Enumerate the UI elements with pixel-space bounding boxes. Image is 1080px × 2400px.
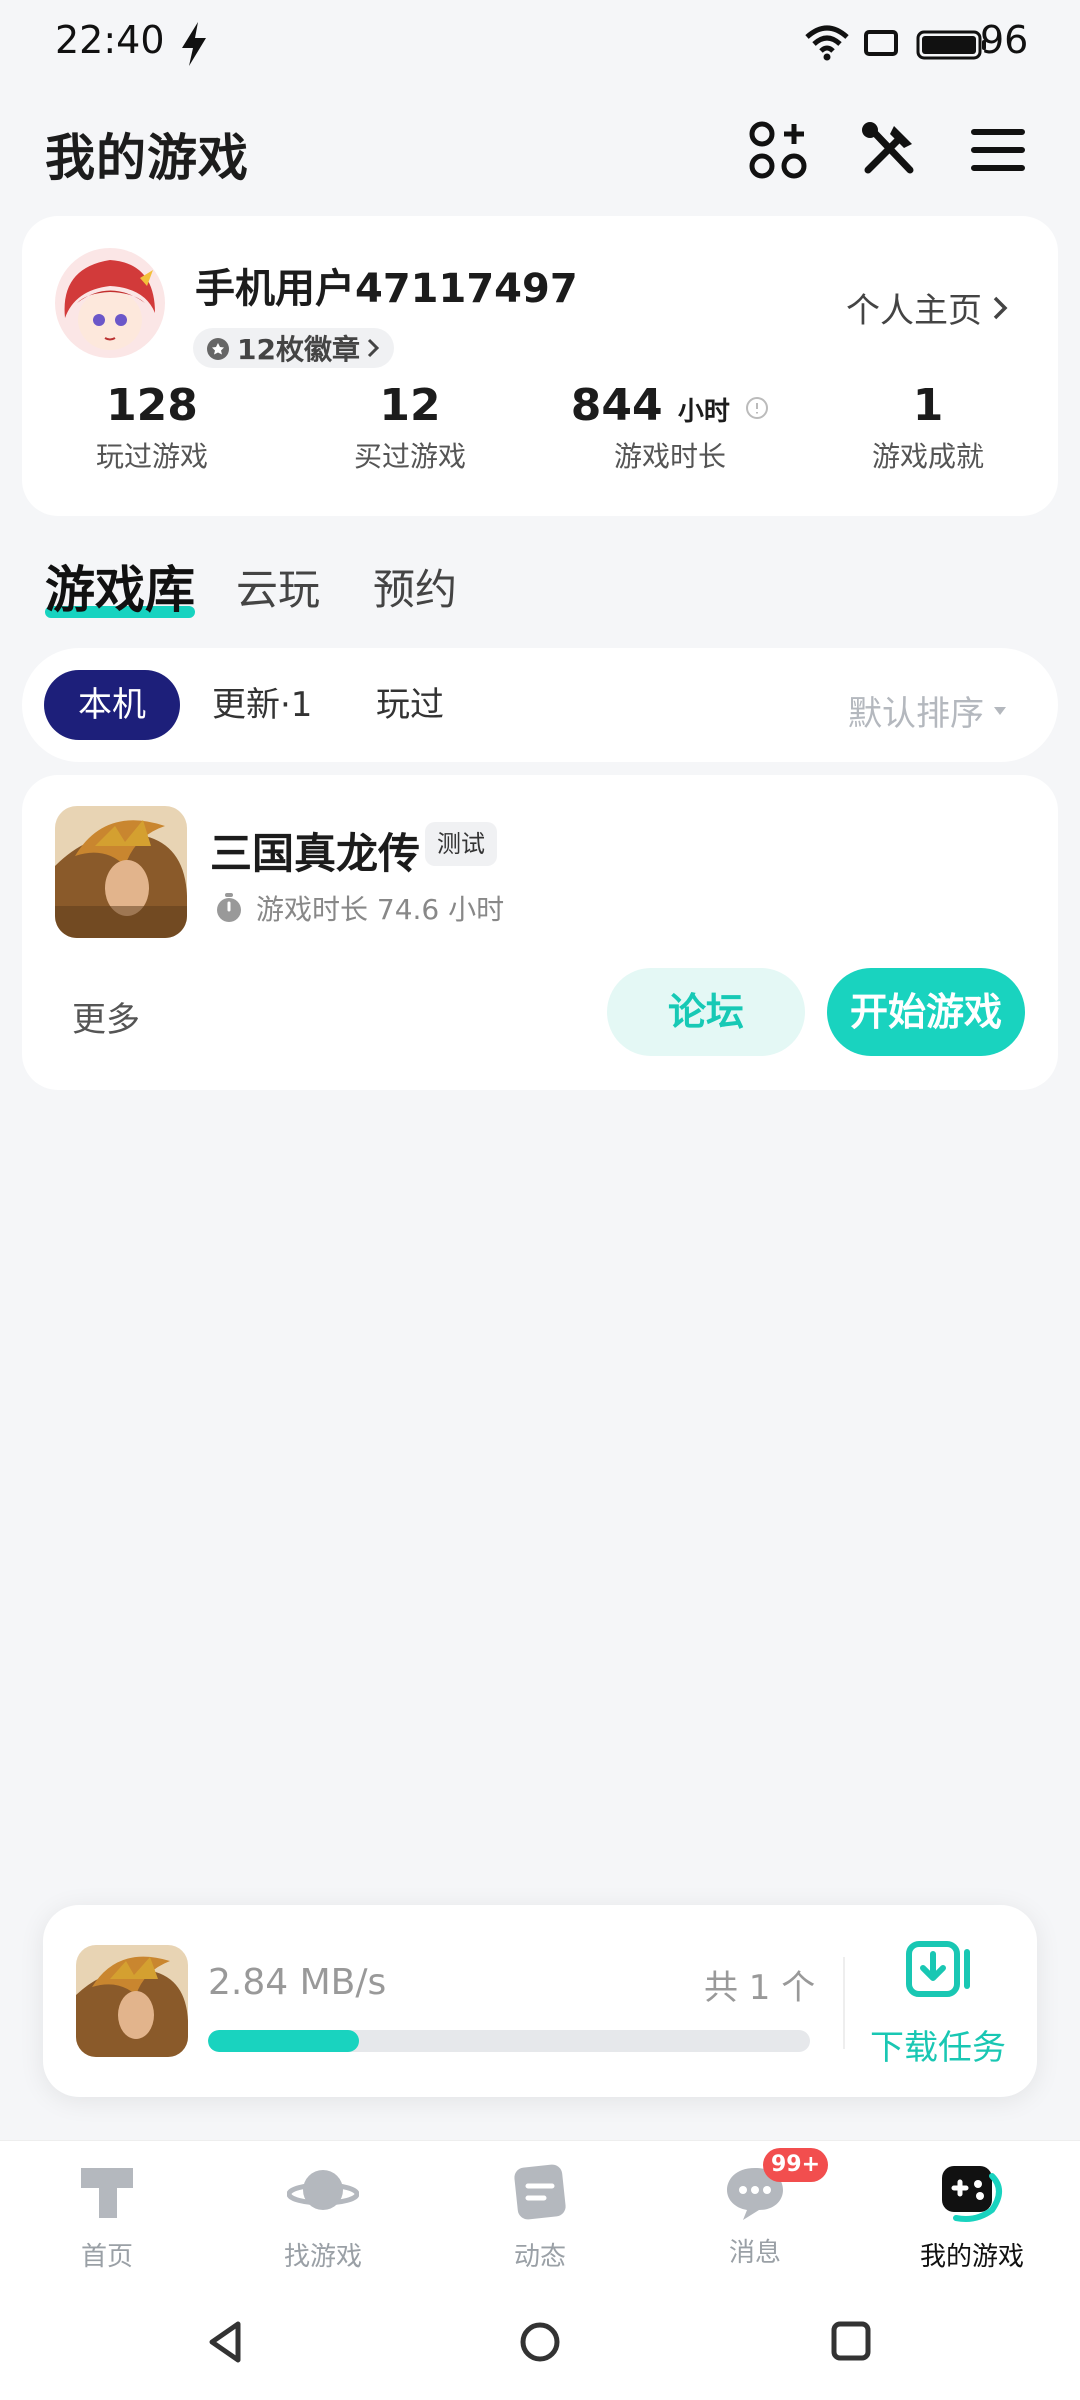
tab-reservation[interactable]: 预约 bbox=[373, 556, 457, 617]
badge-count-label: 12枚徽章 bbox=[237, 333, 360, 366]
wifi-icon bbox=[805, 25, 849, 61]
planet-icon bbox=[286, 2170, 360, 2210]
menu-icon[interactable] bbox=[968, 120, 1028, 180]
chevron-right-icon bbox=[367, 338, 380, 358]
gamepad-icon bbox=[942, 2166, 1002, 2222]
download-progress-bar bbox=[208, 2030, 810, 2052]
profile-home-label: 个人主页 bbox=[846, 291, 982, 331]
nav-label: 消息 bbox=[728, 2238, 781, 2268]
page-title: 我的游戏 bbox=[45, 129, 249, 187]
tab-cloud-play[interactable]: 云玩 bbox=[236, 556, 320, 617]
stat-value: 1 bbox=[912, 380, 944, 431]
filter-chip-played[interactable]: 玩过 bbox=[376, 670, 444, 740]
username: 手机用户47117497 bbox=[195, 266, 578, 312]
tab-game-library[interactable]: 游戏库 bbox=[45, 550, 195, 622]
tools-icon[interactable] bbox=[858, 120, 918, 180]
nav-item-my-games[interactable]: 我的游戏 bbox=[882, 2160, 1062, 2273]
game-playtime: 游戏时长 74.6 小时 bbox=[214, 888, 504, 928]
stat-label: 游戏成就 bbox=[871, 440, 984, 473]
download-count: 共 1 个 bbox=[704, 1968, 816, 2008]
chevron-right-icon bbox=[993, 296, 1008, 319]
battery-icon bbox=[916, 30, 986, 60]
divider bbox=[843, 1957, 845, 2049]
nav-item-home[interactable]: 首页 bbox=[17, 2160, 197, 2273]
avatar[interactable] bbox=[55, 248, 165, 358]
stat-label: 玩过游戏 bbox=[95, 440, 208, 473]
stopwatch-icon bbox=[217, 893, 241, 922]
caret-down-icon bbox=[994, 706, 1006, 715]
home-circle-icon[interactable] bbox=[518, 2320, 562, 2364]
stat-label: 游戏时长 bbox=[613, 440, 726, 473]
medal-icon bbox=[207, 338, 229, 360]
stat-value: 844 bbox=[570, 380, 663, 431]
stat-achievements[interactable]: 1 游戏成就 bbox=[828, 380, 1028, 475]
download-speed: 2.84 MB/s bbox=[208, 1962, 387, 2003]
nav-label: 动态 bbox=[513, 2242, 566, 2272]
nav-label: 找游戏 bbox=[283, 2242, 362, 2272]
nav-item-messages[interactable]: 99+ 消息 bbox=[665, 2148, 845, 2269]
status-time: 22:40 bbox=[55, 18, 165, 62]
home-icon bbox=[81, 2168, 133, 2218]
system-nav-bar bbox=[0, 2290, 1080, 2400]
download-progress-fill bbox=[208, 2030, 359, 2052]
filter-chip-local[interactable]: 本机 bbox=[44, 670, 180, 740]
message-count-badge: 99+ bbox=[763, 2148, 829, 2182]
stat-value: 12 bbox=[379, 380, 441, 431]
game-title: 三国真龙传 bbox=[210, 829, 421, 878]
game-tag: 测试 bbox=[425, 822, 497, 866]
profile-home-link[interactable]: 个人主页 bbox=[846, 283, 1008, 332]
stat-bought-games[interactable]: 12 买过游戏 bbox=[310, 380, 510, 475]
nav-label: 首页 bbox=[80, 2242, 133, 2272]
battery-level: 96 bbox=[980, 18, 1029, 62]
download-game-icon bbox=[76, 1945, 188, 2057]
filter-chip-updates[interactable]: 更新·1 bbox=[212, 670, 312, 740]
stat-value: 128 bbox=[106, 380, 198, 431]
feed-icon bbox=[514, 2164, 566, 2220]
stat-played-games[interactable]: 128 玩过游戏 bbox=[52, 380, 252, 475]
nav-item-feed[interactable]: 动态 bbox=[450, 2160, 630, 2273]
screen-icon bbox=[864, 30, 898, 56]
forum-button[interactable]: 论坛 bbox=[607, 968, 805, 1056]
stat-unit: 小时 bbox=[677, 397, 730, 427]
more-button[interactable]: 更多 bbox=[72, 992, 140, 1041]
back-icon[interactable] bbox=[206, 2320, 246, 2364]
stat-label: 买过游戏 bbox=[353, 440, 466, 473]
tab-label: 游戏库 bbox=[45, 561, 195, 619]
game-icon[interactable] bbox=[55, 806, 187, 938]
nav-item-find-games[interactable]: 找游戏 bbox=[233, 2160, 413, 2273]
status-bar: 22:40 96 bbox=[0, 0, 1080, 90]
info-icon[interactable] bbox=[745, 396, 769, 420]
badge-count-button[interactable]: 12枚徽章 bbox=[193, 328, 394, 368]
apps-icon[interactable] bbox=[748, 120, 808, 180]
playtime-label: 游戏时长 74.6 小时 bbox=[256, 893, 505, 926]
nav-label: 我的游戏 bbox=[919, 2242, 1024, 2272]
recents-icon[interactable] bbox=[830, 2320, 872, 2362]
charging-icon bbox=[182, 22, 206, 66]
download-task-icon[interactable] bbox=[905, 1940, 977, 2002]
download-task-label[interactable]: 下载任务 bbox=[870, 2020, 1006, 2069]
start-game-button[interactable]: 开始游戏 bbox=[827, 968, 1025, 1056]
stat-play-time[interactable]: 844 小时 游戏时长 bbox=[570, 380, 770, 475]
sort-label: 默认排序 bbox=[848, 694, 984, 734]
sort-dropdown[interactable]: 默认排序 bbox=[848, 686, 1008, 735]
